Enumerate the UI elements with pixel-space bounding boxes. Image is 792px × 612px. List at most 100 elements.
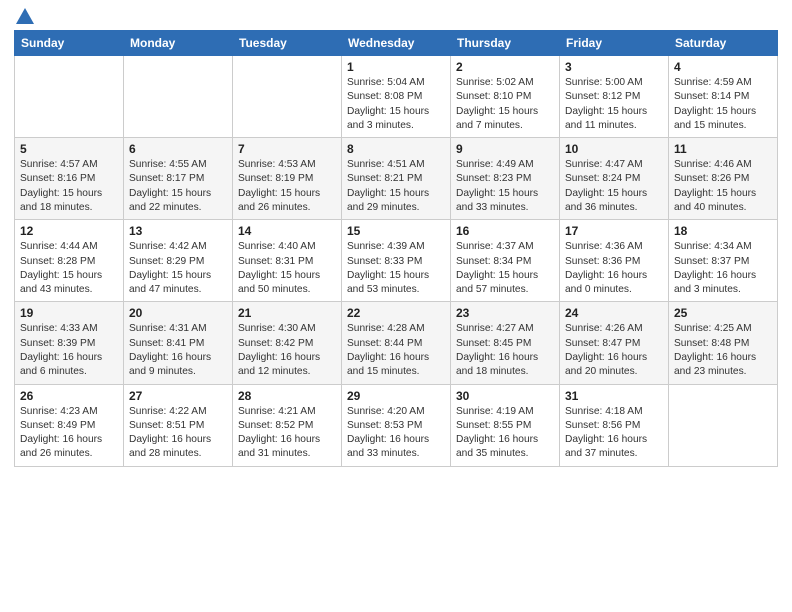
calendar-table: SundayMondayTuesdayWednesdayThursdayFrid… <box>14 30 778 467</box>
calendar-cell: 10 Sunrise: 4:47 AMSunset: 8:24 PMDayligh… <box>560 138 669 220</box>
calendar-cell: 23 Sunrise: 4:27 AMSunset: 8:45 PMDayligh… <box>451 302 560 384</box>
day-info: Sunrise: 4:28 AMSunset: 8:44 PMDaylight:… <box>347 322 445 379</box>
day-number: 2 <box>456 60 554 74</box>
calendar-cell: 28Sunrise: 4:21 AMSunset: 8:52 PMDayligh… <box>233 384 342 466</box>
calendar-cell: 6 Sunrise: 4:55 AMSunset: 8:17 PMDaylight… <box>124 138 233 220</box>
day-number: 3 <box>565 60 663 74</box>
day-number: 9 <box>456 142 554 156</box>
calendar-cell <box>124 56 233 138</box>
day-number: 21 <box>238 306 336 320</box>
weekday-header-thursday: Thursday <box>451 31 560 56</box>
calendar-cell: 18 Sunrise: 4:34 AMSunset: 8:37 PMDayligh… <box>669 220 778 302</box>
day-info: Sunrise: 4:27 AMSunset: 8:45 PMDaylight:… <box>456 322 554 379</box>
day-number: 30 <box>456 389 554 403</box>
day-number: 29 <box>347 389 445 403</box>
weekday-header-tuesday: Tuesday <box>233 31 342 56</box>
calendar-cell: 20Sunrise: 4:31 AMSunset: 8:41 PMDayligh… <box>124 302 233 384</box>
day-info: Sunrise: 4:44 AMSunset: 8:28 PMDaylight:… <box>20 240 118 297</box>
day-info: Sunrise: 4:46 AMSunset: 8:26 PMDaylight:… <box>674 158 772 215</box>
calendar-week-row: 5Sunrise: 4:57 AMSunset: 8:16 PMDaylight… <box>15 138 778 220</box>
logo-triangle-icon <box>16 8 34 24</box>
logo <box>14 10 34 24</box>
day-info: Sunrise: 5:04 AMSunset: 8:08 PMDaylight:… <box>347 76 445 133</box>
day-number: 27 <box>129 389 227 403</box>
day-number: 28 <box>238 389 336 403</box>
day-info: Sunrise: 4:30 AMSunset: 8:42 PMDaylight:… <box>238 322 336 379</box>
day-number: 13 <box>129 224 227 238</box>
day-number: 14 <box>238 224 336 238</box>
day-info: Sunrise: 4:18 AMSunset: 8:56 PMDaylight:… <box>565 405 663 462</box>
calendar-cell: 14 Sunrise: 4:40 AMSunset: 8:31 PMDayligh… <box>233 220 342 302</box>
day-number: 7 <box>238 142 336 156</box>
calendar-cell <box>233 56 342 138</box>
calendar-week-row: 1 Sunrise: 5:04 AMSunset: 8:08 PMDaylight… <box>15 56 778 138</box>
calendar-cell: 15 Sunrise: 4:39 AMSunset: 8:33 PMDayligh… <box>342 220 451 302</box>
calendar-cell: 2 Sunrise: 5:02 AMSunset: 8:10 PMDaylight… <box>451 56 560 138</box>
day-number: 6 <box>129 142 227 156</box>
day-info: Sunrise: 4:33 AMSunset: 8:39 PMDaylight:… <box>20 322 118 379</box>
day-info: Sunrise: 4:26 AMSunset: 8:47 PMDaylight:… <box>565 322 663 379</box>
calendar-cell: 30Sunrise: 4:19 AMSunset: 8:55 PMDayligh… <box>451 384 560 466</box>
day-number: 15 <box>347 224 445 238</box>
calendar-week-row: 19 Sunrise: 4:33 AMSunset: 8:39 PMDayligh… <box>15 302 778 384</box>
day-number: 12 <box>20 224 118 238</box>
calendar-cell: 9 Sunrise: 4:49 AMSunset: 8:23 PMDaylight… <box>451 138 560 220</box>
calendar-cell: 19 Sunrise: 4:33 AMSunset: 8:39 PMDayligh… <box>15 302 124 384</box>
calendar-cell: 3 Sunrise: 5:00 AMSunset: 8:12 PMDaylight… <box>560 56 669 138</box>
day-number: 11 <box>674 142 772 156</box>
day-info: Sunrise: 4:36 AMSunset: 8:36 PMDaylight:… <box>565 240 663 297</box>
day-info: Sunrise: 4:47 AMSunset: 8:24 PMDaylight:… <box>565 158 663 215</box>
day-info: Sunrise: 4:22 AMSunset: 8:51 PMDaylight:… <box>129 405 227 462</box>
header <box>14 10 778 24</box>
calendar-cell: 24 Sunrise: 4:26 AMSunset: 8:47 PMDayligh… <box>560 302 669 384</box>
day-number: 22 <box>347 306 445 320</box>
weekday-header-sunday: Sunday <box>15 31 124 56</box>
calendar-cell <box>669 384 778 466</box>
calendar-cell: 21 Sunrise: 4:30 AMSunset: 8:42 PMDayligh… <box>233 302 342 384</box>
day-number: 18 <box>674 224 772 238</box>
day-info: Sunrise: 4:34 AMSunset: 8:37 PMDaylight:… <box>674 240 772 297</box>
day-number: 5 <box>20 142 118 156</box>
day-number: 25 <box>674 306 772 320</box>
calendar-cell: 31 Sunrise: 4:18 AMSunset: 8:56 PMDayligh… <box>560 384 669 466</box>
day-number: 23 <box>456 306 554 320</box>
weekday-header-saturday: Saturday <box>669 31 778 56</box>
day-info: Sunrise: 4:55 AMSunset: 8:17 PMDaylight:… <box>129 158 227 215</box>
calendar-cell: 11 Sunrise: 4:46 AMSunset: 8:26 PMDayligh… <box>669 138 778 220</box>
calendar-cell: 29 Sunrise: 4:20 AMSunset: 8:53 PMDayligh… <box>342 384 451 466</box>
day-info: Sunrise: 4:25 AMSunset: 8:48 PMDaylight:… <box>674 322 772 379</box>
calendar-cell: 1 Sunrise: 5:04 AMSunset: 8:08 PMDaylight… <box>342 56 451 138</box>
day-info: Sunrise: 4:49 AMSunset: 8:23 PMDaylight:… <box>456 158 554 215</box>
day-number: 26 <box>20 389 118 403</box>
day-info: Sunrise: 4:51 AMSunset: 8:21 PMDaylight:… <box>347 158 445 215</box>
day-info: Sunrise: 4:37 AMSunset: 8:34 PMDaylight:… <box>456 240 554 297</box>
day-info: Sunrise: 5:00 AMSunset: 8:12 PMDaylight:… <box>565 76 663 133</box>
day-number: 16 <box>456 224 554 238</box>
calendar-cell: 16 Sunrise: 4:37 AMSunset: 8:34 PMDayligh… <box>451 220 560 302</box>
day-number: 31 <box>565 389 663 403</box>
day-info: Sunrise: 4:20 AMSunset: 8:53 PMDaylight:… <box>347 405 445 462</box>
calendar-cell: 8 Sunrise: 4:51 AMSunset: 8:21 PMDaylight… <box>342 138 451 220</box>
day-info: Sunrise: 4:39 AMSunset: 8:33 PMDaylight:… <box>347 240 445 297</box>
day-number: 1 <box>347 60 445 74</box>
weekday-header-friday: Friday <box>560 31 669 56</box>
calendar-week-row: 26 Sunrise: 4:23 AMSunset: 8:49 PMDayligh… <box>15 384 778 466</box>
page: SundayMondayTuesdayWednesdayThursdayFrid… <box>0 0 792 612</box>
day-number: 24 <box>565 306 663 320</box>
day-info: Sunrise: 4:53 AMSunset: 8:19 PMDaylight:… <box>238 158 336 215</box>
calendar-cell: 17 Sunrise: 4:36 AMSunset: 8:36 PMDayligh… <box>560 220 669 302</box>
day-number: 4 <box>674 60 772 74</box>
day-number: 19 <box>20 306 118 320</box>
day-info: Sunrise: 4:40 AMSunset: 8:31 PMDaylight:… <box>238 240 336 297</box>
day-info: Sunrise: 4:31 AMSunset: 8:41 PMDaylight:… <box>129 322 227 379</box>
day-info: Sunrise: 4:42 AMSunset: 8:29 PMDaylight:… <box>129 240 227 297</box>
day-info: Sunrise: 5:02 AMSunset: 8:10 PMDaylight:… <box>456 76 554 133</box>
day-info: Sunrise: 4:23 AMSunset: 8:49 PMDaylight:… <box>20 405 118 462</box>
day-number: 10 <box>565 142 663 156</box>
calendar-week-row: 12 Sunrise: 4:44 AMSunset: 8:28 PMDayligh… <box>15 220 778 302</box>
weekday-header-monday: Monday <box>124 31 233 56</box>
day-number: 17 <box>565 224 663 238</box>
day-number: 8 <box>347 142 445 156</box>
calendar-cell: 22 Sunrise: 4:28 AMSunset: 8:44 PMDayligh… <box>342 302 451 384</box>
day-info: Sunrise: 4:59 AMSunset: 8:14 PMDaylight:… <box>674 76 772 133</box>
